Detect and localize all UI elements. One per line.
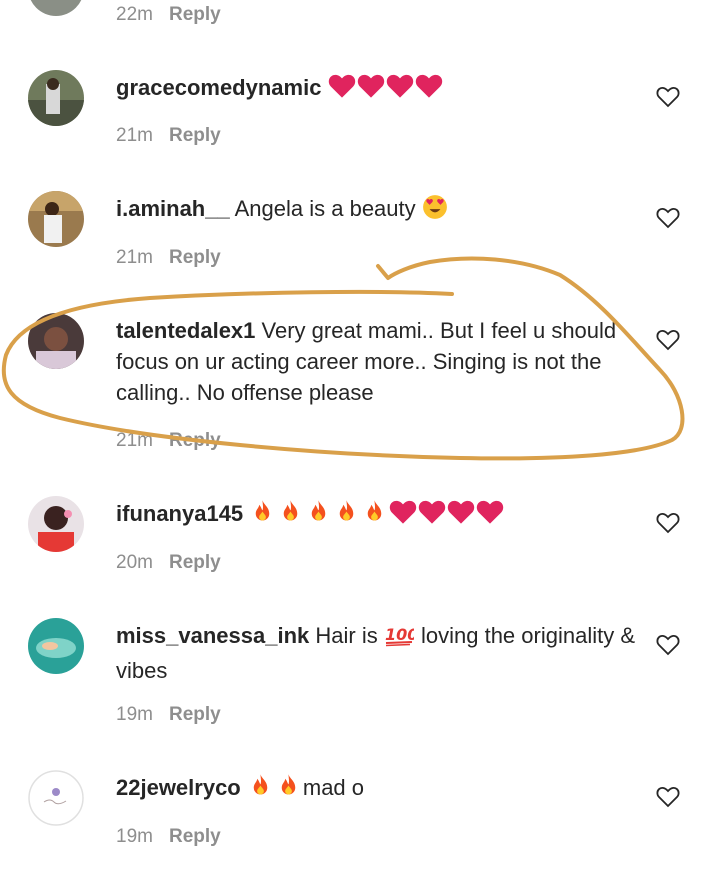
fire-emoji-icon [284, 500, 298, 521]
heart-emoji-icon [328, 74, 355, 98]
like-heart-icon[interactable] [656, 329, 680, 351]
avatar[interactable] [28, 70, 84, 126]
reply-button[interactable]: Reply [169, 247, 221, 268]
comment-time: 20m [116, 552, 153, 573]
like-heart-icon[interactable] [656, 786, 680, 808]
heart-emoji-icon [419, 500, 446, 524]
like-heart-icon[interactable] [656, 86, 680, 108]
comment-meta: 21m Reply [116, 247, 221, 269]
reply-button[interactable]: Reply [169, 826, 221, 847]
comment-meta: 19m Reply [116, 826, 221, 848]
comment-username[interactable]: ifunanya145 [116, 501, 243, 526]
avatar[interactable] [28, 0, 84, 16]
comment-username[interactable]: talentedalex1 [116, 318, 255, 343]
comment-text: Hair is [315, 623, 378, 648]
hand-drawn-circle-annotation [1, 256, 685, 461]
comment-meta: 21m Reply [116, 125, 221, 147]
comment-text-after: mad o [302, 775, 365, 800]
fire-emoji-icon [281, 774, 296, 795]
like-heart-icon[interactable] [656, 634, 680, 656]
emoji-group [422, 194, 449, 228]
fire-emoji-icon [256, 500, 270, 521]
like-heart-icon[interactable] [656, 512, 680, 534]
fire-emoji-icon [368, 500, 382, 521]
comment-username[interactable]: miss_vanessa_ink [116, 623, 309, 648]
emoji-group [328, 73, 444, 107]
comment-text: Angela is a beauty [234, 196, 416, 221]
avatar[interactable] [28, 618, 84, 674]
comment-time: 22m [116, 4, 153, 25]
hundred-emoji-icon: 100 [385, 625, 418, 647]
reply-button[interactable]: Reply [169, 430, 221, 451]
comment-time: 21m [116, 430, 153, 451]
comment-username[interactable]: gracecomedynamic [116, 75, 321, 100]
avatar[interactable] [28, 313, 84, 369]
comment-username[interactable]: 22jewelryco [116, 775, 241, 800]
comment-meta: 22m Reply [116, 4, 221, 26]
heart-eyes-emoji-icon [422, 195, 447, 219]
comment-time: 21m [116, 125, 153, 146]
avatar[interactable] [28, 770, 84, 826]
heart-emoji-icon [415, 74, 442, 98]
like-heart-icon[interactable] [656, 207, 680, 229]
fire-emoji-icon [312, 500, 326, 521]
comment-meta: 20m Reply [116, 552, 221, 574]
heart-emoji-icon [386, 74, 413, 98]
comment-time: 19m [116, 704, 153, 725]
avatar[interactable] [28, 496, 84, 552]
emoji-group: 100 [384, 621, 418, 655]
comment-meta: 21m Reply [116, 430, 221, 452]
heart-emoji-icon [390, 500, 417, 524]
avatar[interactable] [28, 191, 84, 247]
comment-time: 21m [116, 247, 153, 268]
comment-username[interactable]: i.aminah__ [116, 196, 230, 221]
reply-button[interactable]: Reply [169, 4, 221, 25]
reply-button[interactable]: Reply [169, 704, 221, 725]
comment-time: 19m [116, 826, 153, 847]
reply-button[interactable]: Reply [169, 125, 221, 146]
heart-emoji-icon [448, 500, 475, 524]
heart-emoji-icon [477, 500, 504, 524]
comment-meta: 19m Reply [116, 704, 221, 726]
reply-button[interactable]: Reply [169, 552, 221, 573]
emoji-group [249, 498, 505, 533]
fire-emoji-icon [340, 500, 354, 521]
fire-emoji-icon [253, 774, 268, 795]
emoji-group [247, 772, 303, 807]
heart-emoji-icon [357, 74, 384, 98]
